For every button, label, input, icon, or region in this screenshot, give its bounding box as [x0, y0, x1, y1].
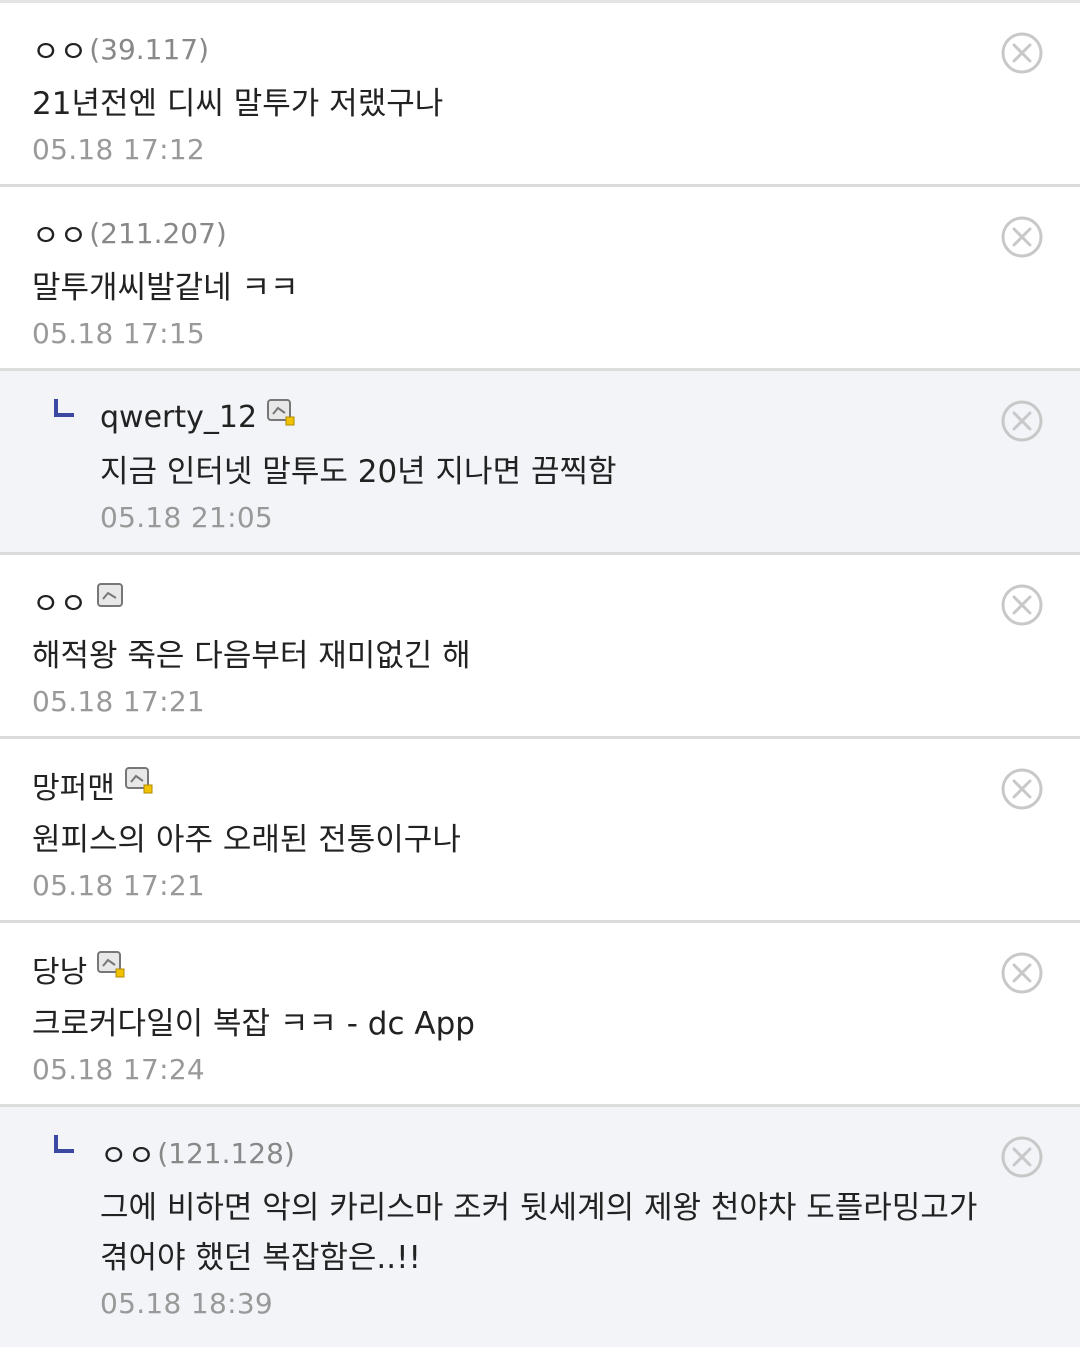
comment-timestamp: 05.18 17:24 [32, 1053, 206, 1086]
fixed-nick-icon [267, 399, 295, 426]
reply-arrow-icon [54, 399, 74, 417]
comment-text: 21년전엔 디씨 말투가 저랬구나 [32, 86, 444, 122]
reply-comment-item: qwerty_12 지금 인터넷 말투도 20년 지나면 끔찍함 05.18 2… [0, 371, 1080, 555]
comment-nickname[interactable]: ㅇㅇ [32, 27, 87, 71]
fixed-nick-icon [97, 951, 125, 978]
comment-text: 말투개씨발같네 ㅋㅋ [32, 270, 299, 306]
comment-ip: (39.117) [89, 32, 210, 66]
comment-text: 해적왕 죽은 다음부터 재미없긴 해 [32, 638, 471, 674]
comment-nickname[interactable]: 당낭 [32, 947, 87, 991]
delete-comment-icon[interactable] [1000, 399, 1044, 443]
comment-text: 그에 비하면 악의 카리스마 조커 뒷세계의 제왕 천야차 도플라밍고가 겪어야… [100, 1190, 978, 1276]
comment-item: 망퍼맨 원피스의 아주 오래된 전통이구나 05.18 17:21 [0, 739, 1080, 923]
delete-comment-icon[interactable] [1000, 767, 1044, 811]
comment-item: ㅇㅇ (211.207) 말투개씨발같네 ㅋㅋ 05.18 17:15 [0, 187, 1080, 371]
comment-timestamp: 05.18 17:21 [32, 869, 206, 902]
comment-nickname[interactable]: ㅇㅇ [32, 211, 87, 255]
comment-nickname[interactable]: qwerty_12 [100, 400, 257, 435]
reply-arrow-icon [54, 1135, 74, 1153]
delete-comment-icon[interactable] [1000, 583, 1044, 627]
comment-timestamp: 05.18 17:15 [32, 317, 206, 350]
comment-text: 원피스의 아주 오래된 전통이구나 [32, 822, 461, 858]
comment-item: 당낭 크로커다일이 복잡 ㅋㅋ - dc App 05.18 17:24 [0, 923, 1080, 1107]
comment-list: ㅇㅇ (39.117) 21년전엔 디씨 말투가 저랬구나 05.18 17:1… [0, 0, 1080, 1347]
comment-nickname[interactable]: ㅇㅇ [100, 1131, 155, 1175]
comment-ip: (121.128) [157, 1136, 295, 1170]
delete-comment-icon[interactable] [1000, 31, 1044, 75]
comment-timestamp: 05.18 21:05 [100, 501, 274, 534]
comment-timestamp: 05.18 18:39 [100, 1287, 274, 1320]
comment-item: ㅇㅇ 해적왕 죽은 다음부터 재미없긴 해 05.18 17:21 [0, 555, 1080, 739]
comment-nickname[interactable]: 망퍼맨 [32, 763, 115, 807]
gonik-icon [97, 583, 124, 607]
comment-timestamp: 05.18 17:21 [32, 685, 206, 718]
comment-text: 지금 인터넷 말투도 20년 지나면 끔찍함 [100, 454, 617, 490]
delete-comment-icon[interactable] [1000, 215, 1044, 259]
delete-comment-icon[interactable] [1000, 1135, 1044, 1179]
reply-comment-item: ㅇㅇ (121.128) 그에 비하면 악의 카리스마 조커 뒷세계의 제왕 천… [0, 1107, 1080, 1347]
delete-comment-icon[interactable] [1000, 951, 1044, 995]
comment-nickname[interactable]: ㅇㅇ [32, 579, 87, 623]
comment-timestamp: 05.18 17:12 [32, 133, 206, 166]
fixed-nick-icon [124, 767, 153, 794]
comment-item: ㅇㅇ (39.117) 21년전엔 디씨 말투가 저랬구나 05.18 17:1… [0, 3, 1080, 187]
comment-ip: (211.207) [89, 216, 227, 250]
comment-text: 크로커다일이 복잡 ㅋㅋ - dc App [32, 1006, 475, 1042]
